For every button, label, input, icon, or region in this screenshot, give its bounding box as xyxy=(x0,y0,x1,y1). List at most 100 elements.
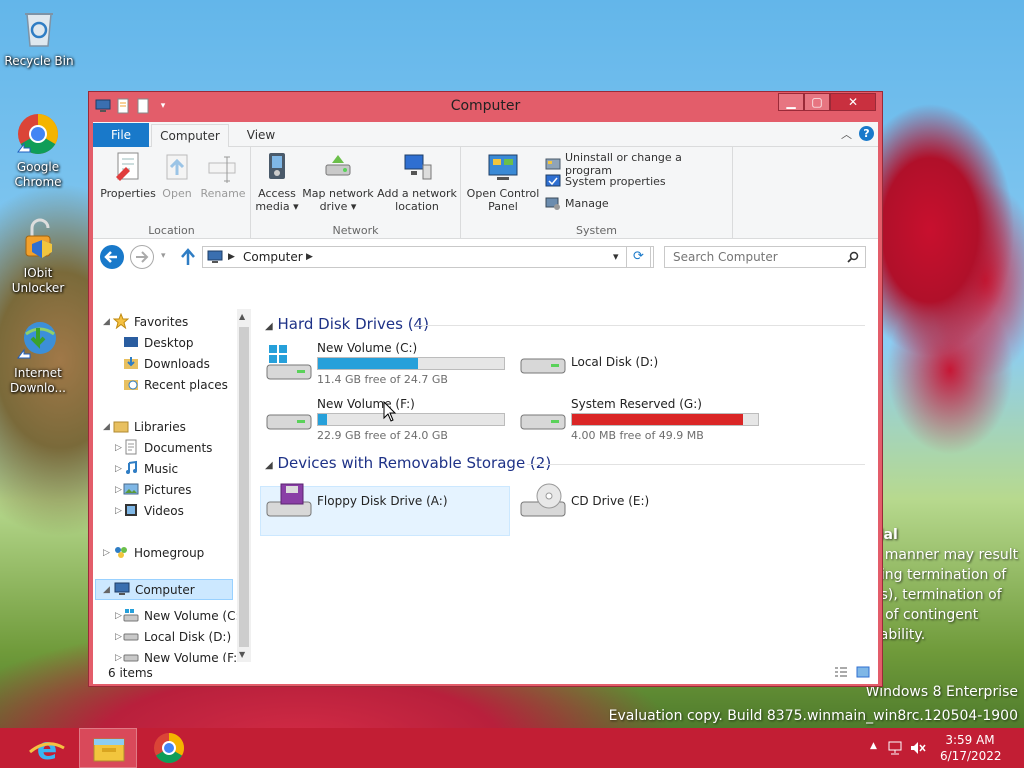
nav-item-recent-places[interactable]: Recent places xyxy=(123,375,228,395)
expand-icon[interactable]: ▷ xyxy=(115,464,122,474)
drive-tile-c[interactable]: New Volume (C:) 11.4 GB free of 24.7 GB xyxy=(261,337,511,387)
manage-label: Manage xyxy=(565,196,609,210)
nav-item-documents[interactable]: Documents xyxy=(123,438,212,458)
nav-item-favorites[interactable]: Favorites xyxy=(112,312,188,332)
clock[interactable]: 3:59 AM 6/17/2022 xyxy=(940,732,1002,764)
taskbar-file-explorer[interactable] xyxy=(79,728,137,768)
breadcrumb-separator-icon[interactable]: ▶ xyxy=(228,252,235,262)
recycle-bin-icon xyxy=(17,6,61,50)
removable-section-header[interactable]: ◢ Devices with Removable Storage (2) xyxy=(265,454,865,472)
scroll-thumb[interactable] xyxy=(239,327,249,647)
expand-icon[interactable]: ▷ xyxy=(103,548,110,558)
network-group-label: Network xyxy=(332,224,379,237)
arrow-right-icon xyxy=(136,251,149,263)
legal-line: e of contingent xyxy=(872,607,979,623)
collapse-icon[interactable]: ◢ xyxy=(103,585,110,595)
open-button[interactable]: Open xyxy=(159,151,195,200)
show-hidden-icons-icon[interactable]: ▲ xyxy=(870,741,877,751)
drive-tile-a[interactable]: Floppy Disk Drive (A:) xyxy=(261,476,511,526)
expand-icon[interactable]: ▷ xyxy=(115,632,122,642)
system-properties-label: System properties xyxy=(565,174,666,188)
nav-scrollbar[interactable]: ▲ ▼ xyxy=(237,309,251,662)
drive-tile-g[interactable]: System Reserved (G:) 4.00 MB free of 49.… xyxy=(515,393,765,443)
tab-view[interactable]: View xyxy=(233,124,289,147)
map-network-drive-button[interactable]: Map network drive ▾ xyxy=(301,151,375,213)
nav-item-drive-d[interactable]: Local Disk (D:) xyxy=(123,627,231,647)
drive-tile-d[interactable]: Local Disk (D:) xyxy=(515,337,765,387)
breadcrumb-separator-icon[interactable]: ▶ xyxy=(306,252,313,262)
manage-button[interactable]: Manage xyxy=(545,195,609,211)
map-drive-label-2: drive xyxy=(319,200,348,213)
nav-item-music[interactable]: Music xyxy=(123,459,178,479)
search-icon[interactable] xyxy=(847,251,859,263)
volume-muted-icon[interactable] xyxy=(910,741,926,755)
properties-button[interactable]: Properties xyxy=(99,151,157,200)
network-group: Access media ▾ Map network drive ▾ Add a n… xyxy=(251,147,461,239)
help-icon[interactable]: ? xyxy=(859,126,874,141)
tab-computer[interactable]: Computer xyxy=(151,124,229,148)
minimize-ribbon-icon[interactable]: ︿ xyxy=(841,126,852,142)
expand-icon[interactable]: ▷ xyxy=(115,443,122,453)
rename-icon xyxy=(207,151,239,183)
desktop-icon-iobit-unlocker[interactable]: IObit Unlocker xyxy=(0,218,76,296)
maximize-button[interactable]: ▢ xyxy=(804,93,830,111)
section-divider xyxy=(415,325,865,326)
tiles-view-icon[interactable] xyxy=(856,666,870,678)
drive-name: Local Disk (D:) xyxy=(571,355,659,369)
desktop-icon-label: Google Chrome xyxy=(14,160,62,189)
refresh-button[interactable]: ⟳ xyxy=(626,246,651,268)
desktop-icon-idm[interactable]: Internet Downlo... xyxy=(0,318,76,396)
expand-icon[interactable]: ▷ xyxy=(115,653,122,662)
address-row: ▾ ▶ Computer ▶ ▾ ⟳ xyxy=(93,239,878,275)
up-button[interactable] xyxy=(179,247,197,270)
scroll-down-icon[interactable]: ▼ xyxy=(239,650,245,659)
address-dropdown-icon[interactable]: ▾ xyxy=(613,250,619,263)
close-button[interactable]: ✕ xyxy=(830,93,876,111)
recent-locations-icon[interactable]: ▾ xyxy=(161,251,166,261)
expand-icon[interactable]: ▷ xyxy=(115,485,122,495)
scroll-up-icon[interactable]: ▲ xyxy=(239,312,245,321)
breadcrumb-computer[interactable]: Computer xyxy=(243,250,303,264)
desktop-icon-chrome[interactable]: Google Chrome xyxy=(0,112,76,190)
title-bar[interactable]: ▾ Computer ▁ ▢ ✕ xyxy=(89,92,882,120)
mouse-cursor-icon xyxy=(383,401,397,422)
access-media-button[interactable]: Access media ▾ xyxy=(255,151,299,213)
collapse-icon[interactable]: ◢ xyxy=(103,422,110,432)
drive-free-space: 4.00 MB free of 49.9 MB xyxy=(571,429,704,442)
drive-tile-e[interactable]: CD Drive (E:) xyxy=(515,476,765,526)
computer-icon xyxy=(114,581,130,597)
minimize-button[interactable]: ▁ xyxy=(778,93,804,111)
collapse-icon[interactable]: ◢ xyxy=(103,317,110,327)
taskbar-internet-explorer[interactable]: e xyxy=(18,728,76,768)
tab-file[interactable]: File xyxy=(93,123,149,147)
collapse-icon: ◢ xyxy=(265,321,273,332)
system-properties-button[interactable]: System properties xyxy=(545,173,666,189)
rename-button[interactable]: Rename xyxy=(199,151,247,200)
drive-usage-bar xyxy=(317,357,505,370)
address-bar[interactable]: ▶ Computer ▶ ▾ xyxy=(202,246,654,268)
back-button[interactable] xyxy=(100,245,124,269)
details-view-icon[interactable] xyxy=(834,666,848,678)
search-input[interactable] xyxy=(665,247,835,267)
expand-icon[interactable]: ▷ xyxy=(115,506,122,516)
nav-item-desktop[interactable]: Desktop xyxy=(123,333,194,353)
expand-icon[interactable]: ▷ xyxy=(115,611,122,621)
hdd-section-header[interactable]: ◢ Hard Disk Drives (4) xyxy=(265,315,865,333)
nav-item-downloads[interactable]: Downloads xyxy=(123,354,210,374)
add-network-location-button[interactable]: Add a network location xyxy=(377,151,457,213)
desktop-icon-recycle-bin[interactable]: Recycle Bin xyxy=(1,6,77,69)
nav-item-drive-f[interactable]: New Volume (F:) xyxy=(123,648,242,662)
open-control-panel-button[interactable]: Open Control Panel xyxy=(465,151,541,213)
taskbar-chrome[interactable] xyxy=(140,728,198,768)
forward-button[interactable] xyxy=(130,245,154,269)
nav-item-drive-c[interactable]: New Volume (C:) xyxy=(123,606,244,626)
nav-item-homegroup[interactable]: Homegroup xyxy=(113,543,204,563)
nav-label: Computer xyxy=(135,583,195,597)
nav-item-pictures[interactable]: Pictures xyxy=(123,480,192,500)
nav-item-libraries[interactable]: Libraries xyxy=(113,417,186,437)
nav-item-videos[interactable]: Videos xyxy=(123,501,184,521)
nav-item-computer[interactable]: Computer xyxy=(95,579,233,600)
network-icon[interactable] xyxy=(888,741,904,755)
desktop-icon-label: Recycle Bin xyxy=(4,54,74,68)
nav-label: Homegroup xyxy=(134,546,205,560)
